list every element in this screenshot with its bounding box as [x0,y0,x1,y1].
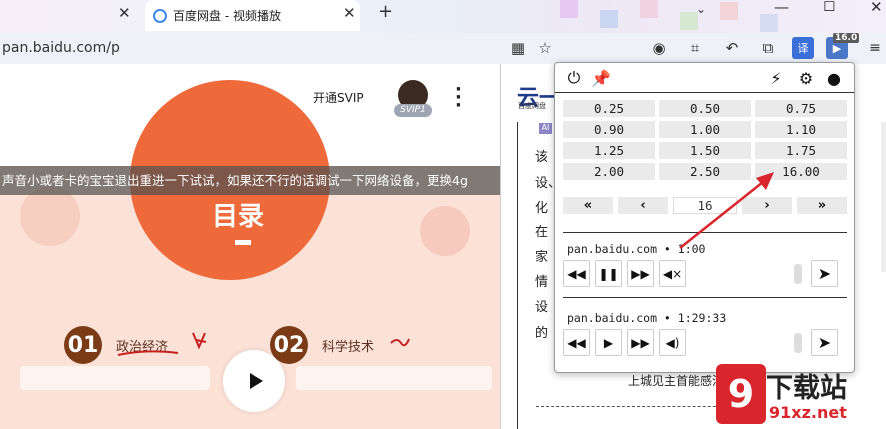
maximize-icon[interactable]: ◻ [823,0,835,14]
watermark-logo: 9 [716,364,766,424]
play-button[interactable]: ▶ [595,329,622,356]
url-text: pan.baidu.com/p [2,40,120,56]
media-source-label: pan.baidu.com • 1:29:33 [567,311,727,325]
close-window-icon[interactable]: ✕ [870,0,883,16]
more-options-icon[interactable]: · · · [455,81,462,115]
cursor-select-button[interactable]: ➤ [811,329,838,356]
speed-button[interactable]: 1.50 [659,142,751,159]
speed-prev-button[interactable]: ‹ [618,197,668,214]
text-fragment: 的 [535,326,549,341]
text-fragment: 在 [535,225,549,240]
power-icon[interactable]: ⏻ [563,67,585,89]
translate-icon[interactable]: 译 [792,37,814,59]
forward-button[interactable]: ▶▶ [627,329,654,356]
menu-icon[interactable]: ≡ [864,37,886,59]
topic-number: 01 [64,326,102,364]
minimize-icon[interactable]: — [774,0,789,16]
tab-strip [0,0,886,33]
volume-slider[interactable] [794,333,802,353]
crop-icon[interactable]: ⌗ [684,37,706,59]
text-fragment: 设 [535,300,549,315]
text-fragment: 化 [535,201,549,216]
handwritten-underline [117,350,179,356]
bookmark-star-icon[interactable]: ☆ [534,37,556,59]
github-icon[interactable]: ● [823,67,845,89]
speed-button[interactable]: 0.90 [563,121,655,138]
handwritten-mark-icon [192,332,207,350]
play-icon [249,373,263,389]
speed-button[interactable]: 0.50 [659,100,751,117]
text-fragment: 情 [535,275,549,290]
profile-icon[interactable]: ◉ [648,37,670,59]
watermark-domain: 91xz.net [769,403,847,422]
blurred-overlay [296,366,492,390]
speed-button[interactable]: 1.75 [755,142,847,159]
tab-active[interactable]: 百度网盘 - 视频播放 [145,0,360,31]
topic-label: 科学技术 [322,340,375,355]
cursor-select-button[interactable]: ➤ [811,260,838,287]
speed-button[interactable]: 2.00 [563,163,655,180]
handwritten-mark-icon [390,338,410,347]
tab-title: 百度网盘 - 视频播放 [173,9,281,23]
open-svip-link[interactable]: 开通SVIP [313,89,364,106]
settings-gear-icon[interactable]: ⚙ [795,67,817,89]
text-fragment: 该 [535,150,549,165]
speed-last-button[interactable]: » [797,197,847,214]
baidu-pan-favicon-icon [153,8,167,23]
speed-button[interactable]: 1.00 [659,121,751,138]
close-active-tab-icon[interactable]: ✕ [343,4,356,22]
rewind-button[interactable]: ◀◀ [563,329,590,356]
new-tab-icon[interactable]: + [378,1,393,22]
mute-icon[interactable]: ◀× [659,260,686,287]
extension-badge: 16.0 [833,33,860,43]
watermark-brand: 下载站 [766,373,847,404]
speed-button[interactable]: 1.25 [563,142,655,159]
svip-badge: SVIP1 [394,104,432,117]
extensions-icon[interactable]: ⧉ [757,37,779,59]
forward-button[interactable]: ▶▶ [627,260,654,287]
text-fragment: 家 [535,250,549,265]
volume-slider[interactable] [794,264,802,284]
rewind-button[interactable]: ◀◀ [563,260,590,287]
volume-icon[interactable]: ◀) [659,329,686,356]
bottom-text: 上城见主首能感活 [628,374,725,388]
annotation-arrow [679,172,774,249]
speed-button[interactable]: 0.75 [755,100,847,117]
play-button[interactable] [223,350,285,412]
pin-icon[interactable]: 📌 [590,67,612,89]
qr-code-icon[interactable]: ▦ [507,37,529,59]
logo-subtitle: 百度网盘 [518,102,546,110]
cover-title: 目录 [212,202,265,232]
address-bar[interactable]: pan.baidu.com/p [0,34,500,62]
lightning-icon[interactable]: ⚡ [765,67,787,89]
undo-icon[interactable]: ↶ [721,37,743,59]
cover-divider [235,240,251,245]
chevron-down-icon[interactable]: ⌄ [696,2,706,16]
speed-first-button[interactable]: « [563,197,613,214]
speed-button[interactable]: 1.10 [755,121,847,138]
pause-button[interactable]: ❚❚ [595,260,622,287]
blurred-overlay [20,366,210,390]
close-tab-icon[interactable]: ✕ [118,4,131,22]
scrollbar[interactable] [881,122,886,272]
speed-button[interactable]: 0.25 [563,100,655,117]
notice-banner: 声音小或者卡的宝宝退出重进一下试试，如果还不行的话调试一下网络设备，更换4g [0,166,500,195]
